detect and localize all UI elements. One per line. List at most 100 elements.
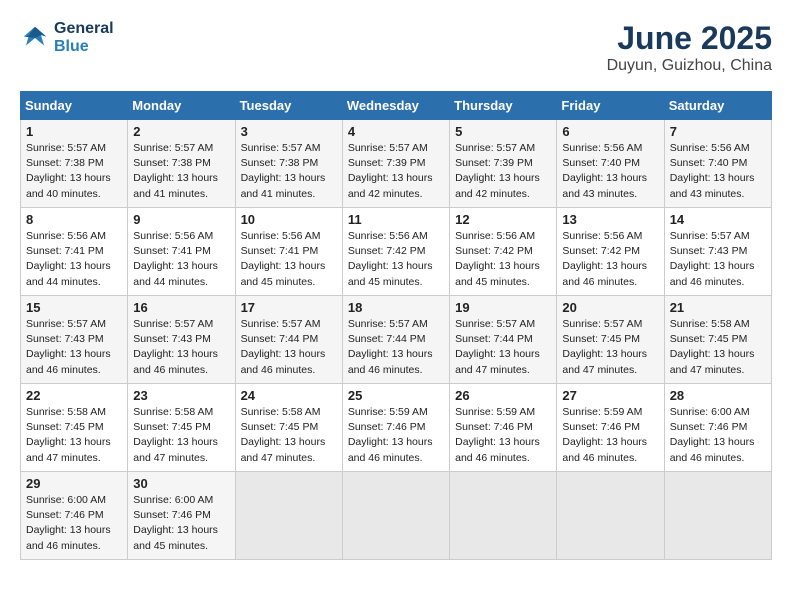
calendar-table: Sunday Monday Tuesday Wednesday Thursday… bbox=[20, 91, 772, 560]
col-monday: Monday bbox=[128, 92, 235, 120]
logo-icon bbox=[20, 23, 50, 53]
day-number: 3 bbox=[241, 124, 337, 139]
day-number: 20 bbox=[562, 300, 658, 315]
title-block: June 2025 Duyun, Guizhou, China bbox=[607, 20, 772, 75]
calendar-week-5: 29Sunrise: 6:00 AMSunset: 7:46 PMDayligh… bbox=[21, 472, 772, 560]
day-info: Sunrise: 5:56 AMSunset: 7:42 PMDaylight:… bbox=[562, 229, 658, 290]
table-row: 13 Sunrise: 5:56 AMSunset: 7:42 PMDayligh… bbox=[557, 208, 664, 296]
day-number: 15 bbox=[26, 300, 122, 315]
day-number: 13 bbox=[562, 212, 658, 227]
table-row bbox=[235, 472, 342, 560]
day-info: Sunrise: 5:56 AMSunset: 7:42 PMDaylight:… bbox=[348, 229, 444, 290]
day-number: 28 bbox=[670, 388, 766, 403]
day-info: Sunrise: 5:57 AMSunset: 7:43 PMDaylight:… bbox=[670, 229, 766, 290]
table-row: 5Sunrise: 5:57 AMSunset: 7:39 PMDaylight… bbox=[450, 120, 557, 208]
calendar-week-1: 1 Sunrise: 5:57 AMSunset: 7:38 PMDaylight… bbox=[21, 120, 772, 208]
day-info: Sunrise: 5:57 AMSunset: 7:39 PMDaylight:… bbox=[348, 141, 444, 202]
table-row bbox=[342, 472, 449, 560]
day-info: Sunrise: 5:57 AMSunset: 7:44 PMDaylight:… bbox=[348, 317, 444, 378]
table-row: 11Sunrise: 5:56 AMSunset: 7:42 PMDayligh… bbox=[342, 208, 449, 296]
table-row: 10 Sunrise: 5:56 AMSunset: 7:41 PMDayligh… bbox=[235, 208, 342, 296]
day-number: 25 bbox=[348, 388, 444, 403]
day-info: Sunrise: 5:56 AMSunset: 7:41 PMDaylight:… bbox=[133, 229, 229, 290]
day-info: Sunrise: 5:59 AMSunset: 7:46 PMDaylight:… bbox=[455, 405, 551, 466]
day-info: Sunrise: 5:57 AMSunset: 7:38 PMDaylight:… bbox=[133, 141, 229, 202]
calendar-subtitle: Duyun, Guizhou, China bbox=[607, 57, 772, 75]
table-row: 6 Sunrise: 5:56 AMSunset: 7:40 PMDaylight… bbox=[557, 120, 664, 208]
table-row: 17Sunrise: 5:57 AMSunset: 7:44 PMDayligh… bbox=[235, 296, 342, 384]
day-info: Sunrise: 5:57 AMSunset: 7:38 PMDaylight:… bbox=[241, 141, 337, 202]
table-row: 23 Sunrise: 5:58 AMSunset: 7:45 PMDayligh… bbox=[128, 384, 235, 472]
day-info: Sunrise: 5:57 AMSunset: 7:45 PMDaylight:… bbox=[562, 317, 658, 378]
calendar-header-row: Sunday Monday Tuesday Wednesday Thursday… bbox=[21, 92, 772, 120]
calendar-week-3: 15 Sunrise: 5:57 AMSunset: 7:43 PMDayligh… bbox=[21, 296, 772, 384]
table-row: 29Sunrise: 6:00 AMSunset: 7:46 PMDayligh… bbox=[21, 472, 128, 560]
logo: General Blue bbox=[20, 20, 114, 56]
day-number: 6 bbox=[562, 124, 658, 139]
table-row: 15 Sunrise: 5:57 AMSunset: 7:43 PMDayligh… bbox=[21, 296, 128, 384]
col-wednesday: Wednesday bbox=[342, 92, 449, 120]
day-number: 23 bbox=[133, 388, 229, 403]
calendar-week-2: 8Sunrise: 5:56 AMSunset: 7:41 PMDaylight… bbox=[21, 208, 772, 296]
day-number: 12 bbox=[455, 212, 551, 227]
calendar-week-4: 22 Sunrise: 5:58 AMSunset: 7:45 PMDayligh… bbox=[21, 384, 772, 472]
col-friday: Friday bbox=[557, 92, 664, 120]
day-info: Sunrise: 5:57 AMSunset: 7:44 PMDaylight:… bbox=[241, 317, 337, 378]
table-row: 25Sunrise: 5:59 AMSunset: 7:46 PMDayligh… bbox=[342, 384, 449, 472]
col-thursday: Thursday bbox=[450, 92, 557, 120]
day-number: 19 bbox=[455, 300, 551, 315]
page-header: General Blue June 2025 Duyun, Guizhou, C… bbox=[20, 20, 772, 75]
table-row: 7Sunrise: 5:56 AMSunset: 7:40 PMDaylight… bbox=[664, 120, 771, 208]
col-saturday: Saturday bbox=[664, 92, 771, 120]
logo-text-line1: General bbox=[54, 20, 114, 38]
table-row: 18 Sunrise: 5:57 AMSunset: 7:44 PMDayligh… bbox=[342, 296, 449, 384]
day-number: 14 bbox=[670, 212, 766, 227]
day-info: Sunrise: 6:00 AMSunset: 7:46 PMDaylight:… bbox=[26, 493, 122, 554]
table-row: 4 Sunrise: 5:57 AMSunset: 7:39 PMDaylight… bbox=[342, 120, 449, 208]
table-row: 22Sunrise: 5:58 AMSunset: 7:45 PMDayligh… bbox=[21, 384, 128, 472]
day-info: Sunrise: 5:57 AMSunset: 7:43 PMDaylight:… bbox=[133, 317, 229, 378]
day-info: Sunrise: 5:56 AMSunset: 7:40 PMDaylight:… bbox=[670, 141, 766, 202]
table-row: 19 Sunrise: 5:57 AMSunset: 7:44 PMDayligh… bbox=[450, 296, 557, 384]
day-number: 22 bbox=[26, 388, 122, 403]
table-row: 1 Sunrise: 5:57 AMSunset: 7:38 PMDaylight… bbox=[21, 120, 128, 208]
day-number: 10 bbox=[241, 212, 337, 227]
day-number: 27 bbox=[562, 388, 658, 403]
calendar-title: June 2025 bbox=[607, 20, 772, 57]
table-row: 21Sunrise: 5:58 AMSunset: 7:45 PMDayligh… bbox=[664, 296, 771, 384]
table-row bbox=[664, 472, 771, 560]
table-row: 8Sunrise: 5:56 AMSunset: 7:41 PMDaylight… bbox=[21, 208, 128, 296]
table-row: 12 Sunrise: 5:56 AMSunset: 7:42 PMDayligh… bbox=[450, 208, 557, 296]
day-info: Sunrise: 5:57 AMSunset: 7:43 PMDaylight:… bbox=[26, 317, 122, 378]
day-info: Sunrise: 5:56 AMSunset: 7:41 PMDaylight:… bbox=[26, 229, 122, 290]
day-number: 30 bbox=[133, 476, 229, 491]
table-row: 9 Sunrise: 5:56 AMSunset: 7:41 PMDaylight… bbox=[128, 208, 235, 296]
day-number: 1 bbox=[26, 124, 122, 139]
day-info: Sunrise: 5:57 AMSunset: 7:38 PMDaylight:… bbox=[26, 141, 122, 202]
day-info: Sunrise: 5:56 AMSunset: 7:40 PMDaylight:… bbox=[562, 141, 658, 202]
day-info: Sunrise: 5:56 AMSunset: 7:41 PMDaylight:… bbox=[241, 229, 337, 290]
table-row: 20 Sunrise: 5:57 AMSunset: 7:45 PMDayligh… bbox=[557, 296, 664, 384]
col-sunday: Sunday bbox=[21, 92, 128, 120]
day-info: Sunrise: 5:56 AMSunset: 7:42 PMDaylight:… bbox=[455, 229, 551, 290]
day-info: Sunrise: 5:58 AMSunset: 7:45 PMDaylight:… bbox=[241, 405, 337, 466]
day-info: Sunrise: 5:58 AMSunset: 7:45 PMDaylight:… bbox=[133, 405, 229, 466]
day-number: 16 bbox=[133, 300, 229, 315]
day-info: Sunrise: 5:57 AMSunset: 7:39 PMDaylight:… bbox=[455, 141, 551, 202]
day-number: 21 bbox=[670, 300, 766, 315]
day-number: 9 bbox=[133, 212, 229, 227]
table-row: 28 Sunrise: 6:00 AMSunset: 7:46 PMDayligh… bbox=[664, 384, 771, 472]
day-number: 18 bbox=[348, 300, 444, 315]
table-row: 24 Sunrise: 5:58 AMSunset: 7:45 PMDayligh… bbox=[235, 384, 342, 472]
day-number: 24 bbox=[241, 388, 337, 403]
day-number: 4 bbox=[348, 124, 444, 139]
table-row bbox=[557, 472, 664, 560]
day-info: Sunrise: 6:00 AMSunset: 7:46 PMDaylight:… bbox=[133, 493, 229, 554]
day-info: Sunrise: 6:00 AMSunset: 7:46 PMDaylight:… bbox=[670, 405, 766, 466]
table-row: 30 Sunrise: 6:00 AMSunset: 7:46 PMDayligh… bbox=[128, 472, 235, 560]
table-row: 26Sunrise: 5:59 AMSunset: 7:46 PMDayligh… bbox=[450, 384, 557, 472]
day-info: Sunrise: 5:57 AMSunset: 7:44 PMDaylight:… bbox=[455, 317, 551, 378]
day-info: Sunrise: 5:59 AMSunset: 7:46 PMDaylight:… bbox=[562, 405, 658, 466]
table-row: 14 Sunrise: 5:57 AMSunset: 7:43 PMDayligh… bbox=[664, 208, 771, 296]
table-row bbox=[450, 472, 557, 560]
